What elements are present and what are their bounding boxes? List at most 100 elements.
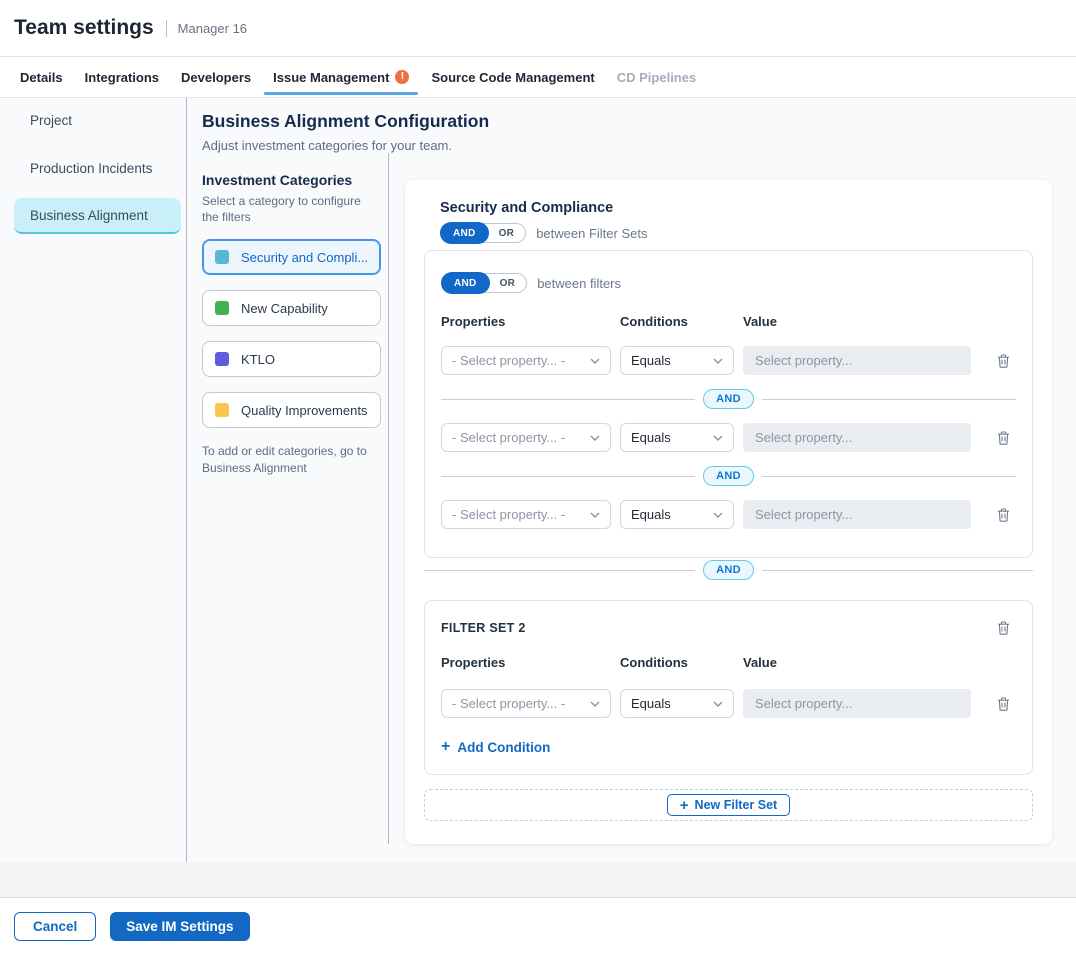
new-filter-set-button[interactable]: + New Filter Set: [667, 794, 790, 816]
category-security-and-compliance[interactable]: Security and Compli...: [202, 239, 381, 275]
warning-icon: !: [395, 70, 409, 84]
tab-integrations[interactable]: Integrations: [74, 57, 170, 97]
filters-panel-wrap: Security and Compliance AND OR between F…: [389, 153, 1076, 844]
condition-select[interactable]: Equals: [620, 346, 734, 375]
trash-icon: [997, 354, 1010, 368]
filter-set-2-title: FILTER SET 2: [441, 619, 526, 635]
property-select[interactable]: - Select property... -: [441, 689, 611, 718]
page-title: Team settings: [14, 16, 154, 40]
delete-filter-set-button[interactable]: [991, 619, 1016, 637]
trash-icon: [997, 508, 1010, 522]
delete-row-button[interactable]: [991, 429, 1016, 447]
toggle-or-option[interactable]: OR: [489, 278, 527, 289]
categories-hint: Select a category to configure the filte…: [202, 193, 372, 225]
value-input[interactable]: [743, 346, 971, 375]
value-input[interactable]: [743, 500, 971, 529]
row-connector: AND: [441, 389, 1016, 409]
property-select[interactable]: - Select property... -: [441, 500, 611, 529]
chevron-down-icon: [590, 358, 600, 364]
content-area: Project Production Incidents Business Al…: [0, 98, 1076, 862]
toggle-or-option[interactable]: OR: [488, 228, 526, 239]
filters-and-or-toggle[interactable]: AND OR: [441, 273, 527, 293]
filter-set-2-card: FILTER SET 2 Properties Conditions Value: [424, 600, 1033, 775]
tab-developers[interactable]: Developers: [170, 57, 262, 97]
row-connector: AND: [441, 466, 1016, 486]
between-filters-label: between filters: [537, 276, 621, 291]
cancel-button[interactable]: Cancel: [14, 912, 96, 941]
toggle-and-option[interactable]: AND: [441, 272, 490, 294]
filter-sets-and-or-toggle[interactable]: AND OR: [440, 223, 526, 243]
trash-icon: [997, 621, 1010, 635]
chevron-down-icon: [590, 512, 600, 518]
chevron-down-icon: [590, 701, 600, 707]
categories-title: Investment Categories: [202, 172, 380, 188]
manager-context-label: Manager 16: [178, 21, 247, 36]
page-header: Team settings Manager 16: [0, 0, 1076, 57]
main-section: Business Alignment Configuration Adjust …: [187, 98, 1076, 862]
save-im-settings-button[interactable]: Save IM Settings: [110, 912, 249, 941]
action-footer: Cancel Save IM Settings: [0, 898, 1076, 954]
sidebar-item-production-incidents[interactable]: Production Incidents: [14, 150, 181, 186]
category-new-capability[interactable]: New Capability: [202, 290, 381, 326]
category-color-swatch: [215, 301, 229, 315]
team-settings-page: Team settings Manager 16 Details Integra…: [0, 0, 1076, 956]
between-filter-sets-label: between Filter Sets: [536, 226, 647, 241]
plus-icon: +: [441, 739, 450, 755]
tab-source-code-management[interactable]: Source Code Management: [420, 57, 605, 97]
settings-tabbar: Details Integrations Developers Issue Ma…: [0, 57, 1076, 98]
chevron-down-icon: [713, 358, 723, 364]
plus-icon: +: [680, 798, 689, 813]
property-select[interactable]: - Select property... -: [441, 423, 611, 452]
trash-icon: [997, 431, 1010, 445]
value-column-header: Value: [743, 655, 971, 670]
filter-set-1-card: AND OR between filters Properties Condit…: [424, 250, 1033, 558]
toggle-and-option[interactable]: AND: [440, 222, 489, 244]
conditions-column-header: Conditions: [620, 314, 734, 329]
filter-row: - Select property... - Equals: [441, 500, 1016, 529]
sidebar-item-project[interactable]: Project: [14, 102, 181, 138]
category-quality-improvements[interactable]: Quality Improvements: [202, 392, 381, 428]
properties-column-header: Properties: [441, 655, 611, 670]
filter-columns-header: Properties Conditions Value: [441, 655, 1016, 670]
category-ktlo[interactable]: KTLO: [202, 341, 381, 377]
chevron-down-icon: [713, 435, 723, 441]
condition-select[interactable]: Equals: [620, 423, 734, 452]
add-condition-button[interactable]: + Add Condition: [441, 739, 550, 755]
tab-cd-pipelines: CD Pipelines: [606, 57, 707, 97]
filters-panel: Security and Compliance AND OR between F…: [405, 180, 1052, 844]
condition-select[interactable]: Equals: [620, 500, 734, 529]
and-connector-pill: AND: [703, 466, 754, 486]
value-input[interactable]: [743, 423, 971, 452]
category-color-swatch: [215, 352, 229, 366]
categories-footnote: To add or edit categories, go to Busines…: [202, 443, 372, 477]
delete-row-button[interactable]: [991, 352, 1016, 370]
and-connector-pill: AND: [703, 389, 754, 409]
tab-details[interactable]: Details: [9, 57, 74, 97]
new-filter-set-dropzone: + New Filter Set: [424, 789, 1033, 821]
category-panel-title: Security and Compliance: [440, 200, 1033, 216]
sidebar-item-business-alignment[interactable]: Business Alignment: [14, 198, 181, 234]
delete-row-button[interactable]: [991, 695, 1016, 713]
section-title: Business Alignment Configuration: [202, 111, 1076, 132]
section-subtitle: Adjust investment categories for your te…: [202, 138, 1076, 153]
condition-select[interactable]: Equals: [620, 689, 734, 718]
value-input[interactable]: [743, 689, 971, 718]
filter-row: - Select property... - Equals: [441, 346, 1016, 375]
category-color-swatch: [215, 403, 229, 417]
title-divider: [166, 20, 167, 37]
properties-column-header: Properties: [441, 314, 611, 329]
filter-row: - Select property... - Equals: [441, 689, 1016, 718]
conditions-column-header: Conditions: [620, 655, 734, 670]
and-connector-pill: AND: [703, 560, 754, 580]
chevron-down-icon: [713, 701, 723, 707]
delete-row-button[interactable]: [991, 506, 1016, 524]
property-select[interactable]: - Select property... -: [441, 346, 611, 375]
chevron-down-icon: [590, 435, 600, 441]
trash-icon: [997, 697, 1010, 711]
chevron-down-icon: [713, 512, 723, 518]
tab-issue-management[interactable]: Issue Management !: [262, 57, 420, 97]
filter-set-connector: AND: [424, 560, 1033, 580]
footer-spacer: [0, 862, 1076, 898]
investment-categories-column: Investment Categories Select a category …: [202, 153, 389, 844]
category-color-swatch: [215, 250, 229, 264]
